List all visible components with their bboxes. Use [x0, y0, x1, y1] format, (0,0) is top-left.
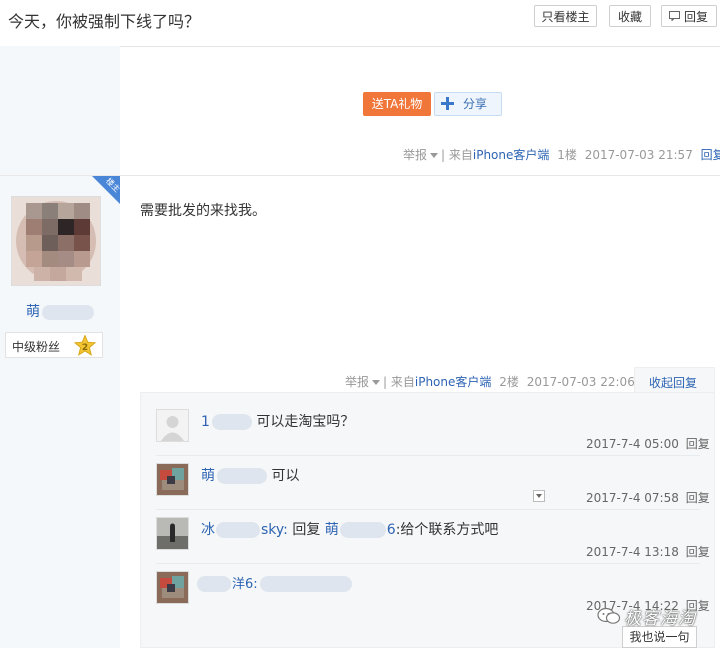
- report-link[interactable]: 举报: [345, 375, 369, 389]
- reply-avatar[interactable]: [156, 463, 189, 496]
- reply-meta: 2017-7-4 13:18 回复: [586, 543, 710, 560]
- fan-rank-label: 中级粉丝: [12, 340, 61, 354]
- reply-link[interactable]: 回复: [701, 148, 720, 162]
- post-content: 需要批发的来找我。: [140, 203, 266, 219]
- blurred-name: [217, 468, 267, 484]
- reply-avatar[interactable]: [156, 517, 189, 550]
- reply-avatar[interactable]: [156, 571, 189, 604]
- thread-title: 今天，你被强制下线了吗？: [8, 12, 201, 31]
- star-level-icon: 2: [74, 335, 96, 356]
- post-time: 2017-07-03 22:06: [526, 375, 635, 389]
- caret-down-icon[interactable]: [372, 380, 381, 385]
- level-number: 2: [82, 343, 88, 353]
- reply-username[interactable]: 萌: [201, 468, 215, 484]
- reply-link[interactable]: 回复: [686, 437, 710, 451]
- reply-separator: [156, 563, 700, 564]
- op-badge: 楼主: [92, 176, 120, 204]
- photo-avatar: [157, 464, 188, 495]
- reply-link[interactable]: 回复: [686, 545, 710, 559]
- say-something-button[interactable]: 我也说一句: [622, 626, 697, 648]
- post-time: 2017-07-03 21:57: [584, 148, 693, 162]
- collapse-replies-label: 收起回复: [649, 376, 698, 390]
- blurred-name: [197, 576, 231, 592]
- plus-icon: [441, 97, 454, 110]
- floor-number: 2楼: [499, 375, 519, 389]
- wechat-icon: [597, 607, 621, 624]
- reply-text: 冰 sky: 回复 萌 6:给个联系方式吧: [201, 522, 499, 538]
- expand-dropdown-icon[interactable]: [533, 490, 545, 502]
- blurred-name: [216, 522, 260, 538]
- pixelated-avatar: [12, 197, 100, 285]
- reply-username[interactable]: 冰 sky:: [201, 522, 288, 538]
- favorite-button[interactable]: 收藏: [609, 5, 651, 27]
- only-op-button[interactable]: 只看楼主: [534, 5, 597, 27]
- reply-text: 洋6:: [197, 573, 352, 592]
- client-link[interactable]: iPhone客户端: [473, 148, 550, 162]
- reply-time: 2017-7-4 05:00: [586, 437, 679, 451]
- reply-link[interactable]: 回复: [686, 491, 710, 505]
- author-name[interactable]: 萌: [26, 301, 94, 321]
- client-link[interactable]: iPhone客户端: [415, 375, 492, 389]
- floor-number: 1楼: [557, 148, 577, 162]
- collapse-replies-tab[interactable]: 收起回复: [634, 367, 715, 393]
- fan-rank[interactable]: 中级粉丝 2: [5, 332, 103, 358]
- reply-username[interactable]: 洋6:: [232, 577, 258, 592]
- photo-avatar: [157, 572, 188, 603]
- reply-avatar[interactable]: [156, 409, 189, 442]
- comment-icon: [669, 11, 680, 21]
- reply-time: 2017-7-4 13:18: [586, 545, 679, 559]
- blurred-name: [42, 304, 94, 320]
- blurred-name: [211, 414, 252, 430]
- reply-target-username[interactable]: 萌6: [325, 522, 396, 538]
- reply-time: 2017-7-4 07:58: [586, 491, 679, 505]
- caret-down-icon[interactable]: [430, 153, 439, 158]
- reply-label: 回复: [683, 10, 708, 24]
- send-gift-button[interactable]: 送TA礼物: [363, 92, 431, 116]
- avatar[interactable]: [11, 196, 101, 286]
- reply-meta: 2017-7-4 05:00 回复: [586, 435, 710, 452]
- watermark-text: 极客海淘: [624, 609, 696, 629]
- floor2-meta: 举报 | 来自iPhone客户端 2楼 2017-07-03 22:06: [345, 375, 635, 389]
- photo-avatar: [157, 518, 188, 549]
- report-link[interactable]: 举报: [403, 148, 427, 162]
- reply-text: 萌 可以: [201, 468, 300, 484]
- floor1-meta: 举报 | 来自iPhone客户端 1楼 2017-07-03 21:57 回复: [403, 146, 720, 163]
- share-label: 分享: [462, 97, 487, 111]
- reply-text: 1 可以走淘宝吗？: [201, 414, 355, 430]
- reply-meta: 2017-7-4 07:58 回复: [586, 489, 710, 506]
- blurred-text: [259, 576, 352, 592]
- blurred-name: [339, 522, 386, 538]
- reply-username[interactable]: 1: [201, 414, 210, 430]
- reply-separator: [156, 455, 700, 456]
- default-avatar-icon: [157, 410, 188, 441]
- reply-separator: [156, 509, 700, 510]
